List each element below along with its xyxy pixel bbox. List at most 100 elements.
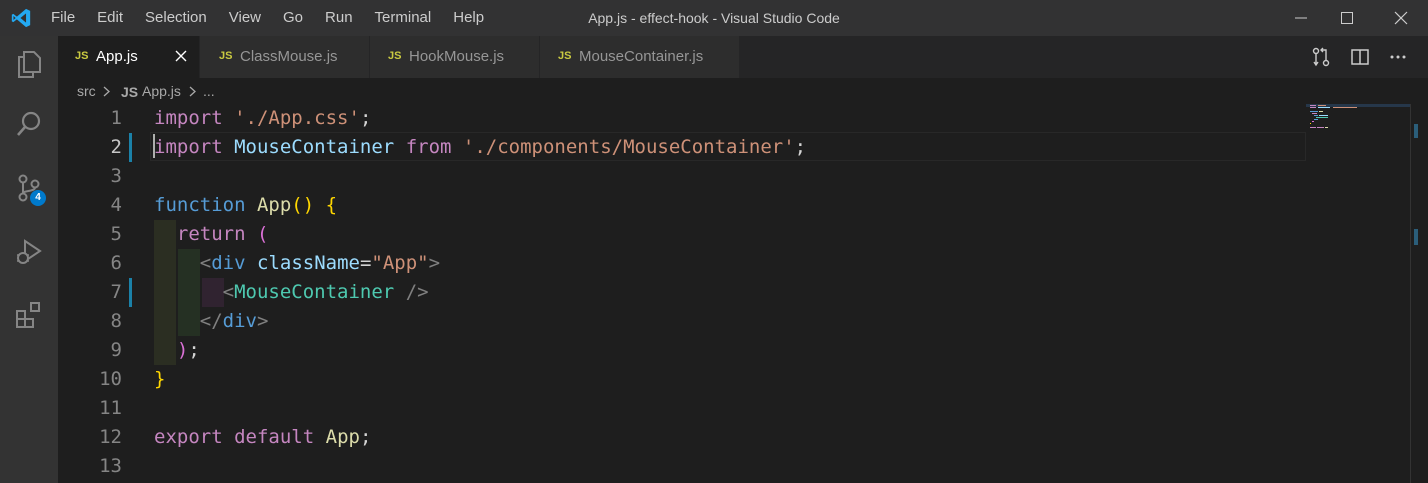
code-token: ;: [794, 136, 807, 158]
tab-classmouse-js[interactable]: JS ClassMouse.js: [200, 36, 370, 78]
code-editor[interactable]: 1 import './App.css'; 2 import MouseContain…: [58, 104, 1308, 483]
modified-line-indicator: [129, 278, 132, 307]
split-editor-button[interactable]: [1348, 45, 1372, 69]
extensions-button[interactable]: [0, 290, 58, 338]
breadcrumb-file[interactable]: App.js: [142, 83, 181, 99]
menu-view[interactable]: View: [218, 0, 272, 36]
code-token: App: [325, 426, 360, 448]
menu-edit[interactable]: Edit: [86, 0, 134, 36]
code-line[interactable]: 1 import './App.css';: [58, 104, 1308, 133]
line-number: 1: [110, 107, 122, 129]
code-line[interactable]: 4 function App() {: [58, 191, 1308, 220]
run-debug-button[interactable]: [0, 228, 58, 276]
code-line[interactable]: 12 export default App;: [58, 423, 1308, 452]
tab-mousecontainer-js[interactable]: JS MouseContainer.js: [540, 36, 740, 78]
code-line[interactable]: 5 return (: [58, 220, 1308, 249]
tab-app-js[interactable]: JS App.js: [58, 36, 200, 78]
code-line[interactable]: 7 <MouseContainer />: [58, 278, 1308, 307]
line-number: 2: [110, 136, 122, 158]
code-line[interactable]: 2 import MouseContainer from './component…: [58, 133, 1308, 162]
split-editor-icon: [1351, 49, 1369, 65]
menu-file[interactable]: File: [40, 0, 86, 36]
close-window-button[interactable]: [1378, 0, 1424, 36]
code-line[interactable]: 10}: [58, 365, 1308, 394]
breadcrumb-folder[interactable]: src: [77, 83, 96, 99]
menu-go[interactable]: Go: [272, 0, 314, 36]
code-token: className: [257, 252, 360, 274]
code-line[interactable]: 3: [58, 162, 1308, 191]
line-content: </div>: [154, 307, 269, 336]
line-number: 3: [110, 165, 122, 187]
code-token: >: [428, 252, 441, 274]
tab-label: ClassMouse.js: [240, 48, 338, 65]
code-token: './components/MouseContainer': [462, 136, 795, 158]
search-button[interactable]: [0, 100, 58, 148]
maximize-icon: [1341, 12, 1353, 24]
line-number: 8: [110, 310, 122, 332]
minimize-button[interactable]: [1278, 0, 1324, 36]
code-token: ;: [359, 426, 372, 448]
code-line[interactable]: 6 <div className="App">: [58, 249, 1308, 278]
menu-run[interactable]: Run: [314, 0, 364, 36]
explorer-button[interactable]: [0, 40, 58, 88]
extensions-icon: [16, 302, 40, 328]
code-token: div: [211, 252, 246, 274]
code-line[interactable]: 9 );: [58, 336, 1308, 365]
menu-selection[interactable]: Selection: [134, 0, 218, 36]
code-line[interactable]: 13: [58, 452, 1308, 481]
code-line[interactable]: 11: [58, 394, 1308, 423]
title-bar: File Edit Selection View Go Run Terminal…: [0, 0, 1428, 36]
code-token: from: [405, 136, 452, 158]
modified-line-indicator: [129, 133, 132, 162]
code-line[interactable]: 8 </div>: [58, 307, 1308, 336]
line-number: 4: [110, 194, 122, 216]
code-token: "App": [371, 252, 429, 274]
breadcrumb-symbol[interactable]: ...: [203, 83, 215, 99]
source-control-badge: 4: [30, 190, 46, 206]
more-actions-button[interactable]: [1386, 45, 1410, 69]
maximize-button[interactable]: [1324, 0, 1370, 36]
line-number: 6: [110, 252, 122, 274]
line-number: 13: [99, 455, 122, 477]
code-token: './App.css': [234, 107, 360, 129]
line-number: 11: [99, 397, 122, 419]
source-control-button[interactable]: [0, 164, 58, 212]
minimap[interactable]: [1306, 104, 1411, 483]
code-token: />: [405, 281, 429, 303]
vertical-scrollbar[interactable]: [1411, 104, 1428, 483]
code-token: MouseContainer: [234, 281, 395, 303]
menu-terminal[interactable]: Terminal: [364, 0, 443, 36]
js-file-icon: JS: [121, 84, 139, 100]
code-token: (): [291, 194, 315, 216]
menu-help[interactable]: Help: [442, 0, 495, 36]
code-token: import: [154, 107, 223, 129]
js-file-icon: JS: [388, 50, 402, 62]
code-token: </: [199, 310, 223, 332]
scrollbar-marker: [1414, 229, 1418, 245]
tab-close-button[interactable]: [170, 45, 192, 67]
tab-hookmouse-js[interactable]: JS HookMouse.js: [370, 36, 540, 78]
line-content: function App() {: [154, 191, 337, 220]
line-content: <MouseContainer />: [154, 278, 429, 307]
code-token: >: [256, 310, 269, 332]
close-icon: [1394, 11, 1408, 25]
code-token: ;: [359, 107, 372, 129]
code-token: (: [256, 223, 269, 245]
open-changes-button[interactable]: [1309, 45, 1333, 69]
activity-bar: 4: [0, 36, 58, 483]
line-number: 7: [110, 281, 122, 303]
compare-changes-icon: [1312, 47, 1330, 67]
line-content: <div className="App">: [154, 249, 440, 278]
